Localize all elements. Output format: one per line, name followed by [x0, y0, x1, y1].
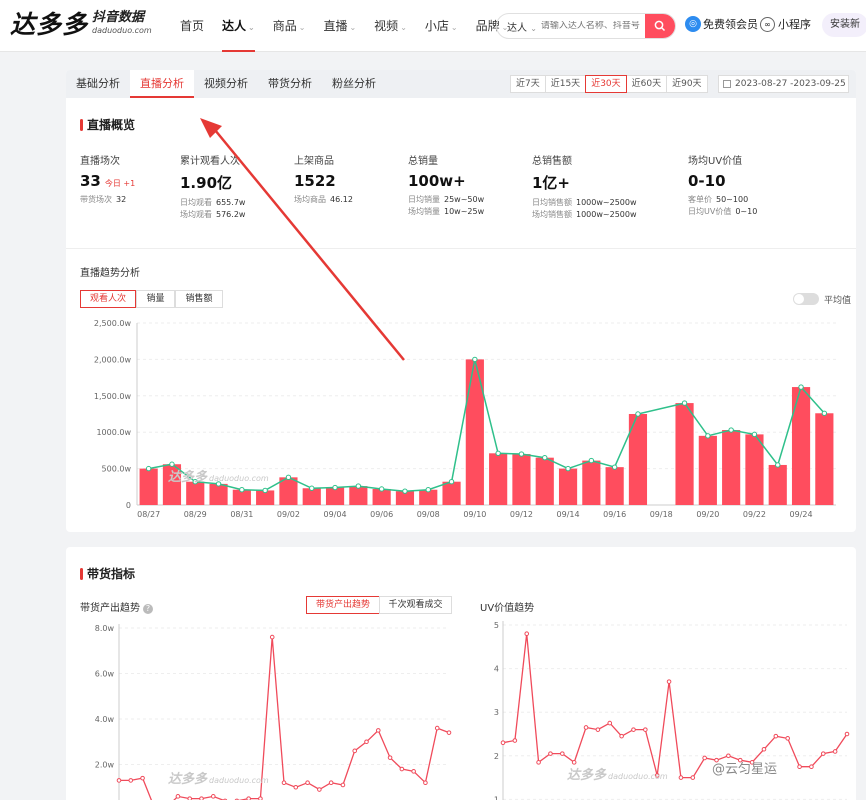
series-point[interactable]: [666, 679, 672, 684]
y-tick-label: 1: [494, 795, 499, 800]
series-point[interactable]: [844, 731, 850, 737]
series-point[interactable]: [210, 794, 216, 799]
series-point[interactable]: [500, 740, 506, 746]
series-point[interactable]: [761, 746, 767, 752]
series-point[interactable]: [631, 727, 636, 732]
series-point[interactable]: [548, 751, 553, 756]
series-point[interactable]: [305, 780, 310, 786]
y-tick-label: 2.0w: [95, 761, 115, 770]
series-point[interactable]: [560, 751, 565, 756]
series-point[interactable]: [524, 631, 530, 637]
y-tick-label: 6.0w: [95, 670, 115, 679]
series-point[interactable]: [387, 755, 393, 760]
series-point[interactable]: [607, 720, 613, 726]
series-point[interactable]: [340, 782, 346, 788]
y-tick-label: 4: [494, 665, 499, 674]
series-point[interactable]: [832, 749, 838, 754]
watermark-sub: daduoduo.com: [608, 772, 668, 781]
series-point[interactable]: [281, 780, 287, 786]
watermark-main: 达多多: [168, 772, 208, 787]
series-point[interactable]: [364, 739, 369, 745]
series-point[interactable]: [352, 748, 358, 754]
corner-watermark: @云匀星运: [712, 762, 778, 777]
series-point[interactable]: [536, 760, 541, 765]
series-point[interactable]: [317, 787, 322, 792]
series-point[interactable]: [140, 775, 145, 781]
series-point[interactable]: [128, 778, 134, 783]
series-point[interactable]: [619, 733, 624, 739]
series-point[interactable]: [702, 755, 707, 761]
series-point[interactable]: [583, 725, 589, 730]
series-point[interactable]: [269, 634, 275, 640]
series-point[interactable]: [512, 738, 518, 743]
series-point[interactable]: [434, 725, 440, 731]
watermark-main: 达多多: [567, 768, 607, 783]
watermark-sub: daduoduo.com: [209, 776, 269, 785]
series-line: [502, 633, 848, 779]
series-point[interactable]: [797, 764, 802, 770]
series-point[interactable]: [595, 727, 601, 732]
series-point[interactable]: [175, 794, 181, 799]
series-point[interactable]: [411, 769, 416, 774]
sales-trend-charts: 2.0w 4.0w 6.0w 8.0w 1 2 3 4 5: [95, 621, 850, 800]
y-tick-label: 5: [494, 621, 499, 630]
y-tick-label: 4.0w: [95, 715, 115, 724]
watermark: 达多多 daduoduo.com: [168, 768, 269, 787]
series-point[interactable]: [293, 784, 299, 790]
series-point[interactable]: [678, 775, 684, 780]
watermark: 达多多 daduoduo.com: [567, 764, 668, 783]
series-point[interactable]: [116, 778, 122, 783]
series-point[interactable]: [773, 733, 779, 739]
series-point[interactable]: [423, 780, 428, 786]
series-point[interactable]: [785, 736, 790, 741]
series-point[interactable]: [643, 727, 648, 732]
series-point[interactable]: [809, 764, 814, 770]
series-point[interactable]: [446, 730, 452, 735]
series-point[interactable]: [690, 775, 696, 780]
series-point[interactable]: [399, 766, 405, 772]
series-point[interactable]: [375, 728, 381, 733]
series-point[interactable]: [820, 751, 826, 756]
series-point[interactable]: [328, 780, 334, 786]
y-tick-label: 3: [494, 708, 499, 717]
y-tick-label: 8.0w: [95, 624, 115, 633]
y-tick-label: 2: [494, 752, 499, 761]
